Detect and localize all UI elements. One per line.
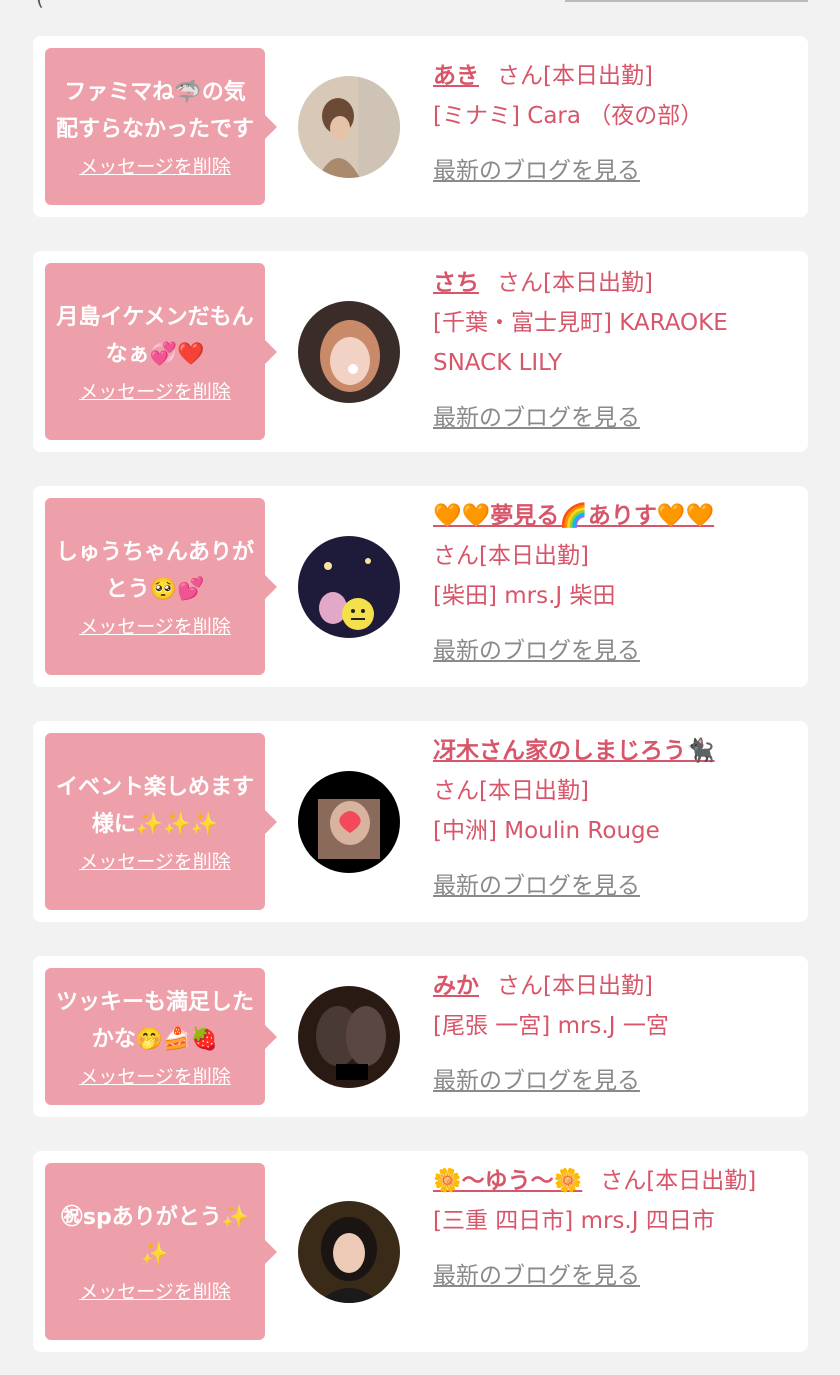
cast-name-link[interactable]: 🌼〜ゆう〜🌼 — [433, 1168, 582, 1194]
message-card: イベント楽しめます様に✨✨✨ メッセージを削除 冴木さん家のしまじろう🐈‍⬛ さ… — [33, 721, 808, 922]
avatar[interactable] — [298, 76, 400, 178]
cast-name-link[interactable]: 🧡🧡夢見る🌈ありす🧡🧡 — [433, 503, 714, 529]
message-text: しゅうちゃんありがとう🥺💕 — [55, 540, 254, 602]
shop-name: [千葉・富士見町] KARAOKE SNACK LILY — [433, 310, 728, 376]
header-divider — [565, 0, 808, 2]
cast-info: さち さん[本日出勤] [千葉・富士見町] KARAOKE SNACK LILY … — [433, 263, 773, 438]
top-partial-header: ( — [0, 0, 840, 20]
avatar[interactable] — [298, 771, 400, 873]
status-text: さん[本日出勤] — [600, 1168, 757, 1194]
message-card: しゅうちゃんありがとう🥺💕 メッセージを削除 🧡🧡夢見る🌈ありす🧡🧡 さん[本日… — [33, 486, 808, 687]
avatar[interactable] — [298, 986, 400, 1088]
message-card: 月島イケメンだもんなぁ💞❤️ メッセージを削除 さち さん[本日出勤] [千葉・富… — [33, 251, 808, 452]
delete-message-link[interactable]: メッセージを削除 — [79, 612, 231, 639]
message-text: ツッキーも満足したかな🤭🍰🍓 — [55, 990, 254, 1052]
delete-message-link[interactable]: メッセージを削除 — [79, 152, 231, 179]
latest-blog-link[interactable]: 最新のブログを見る — [433, 1256, 773, 1296]
shop-name: [ミナミ] Cara （夜の部） — [433, 103, 704, 129]
status-text: さん[本日出勤] — [497, 63, 653, 89]
message-bubble: イベント楽しめます様に✨✨✨ メッセージを削除 — [45, 733, 277, 910]
cast-info: 冴木さん家のしまじろう🐈‍⬛ さん[本日出勤] [中洲] Moulin Roug… — [433, 731, 773, 906]
shop-name: [柴田] mrs.J 柴田 — [433, 583, 616, 609]
header-fragment: ( — [36, 0, 44, 10]
message-text: ファミマね🦈の気配すらなかったです — [55, 80, 254, 142]
cast-name-link[interactable]: さち — [433, 270, 479, 296]
message-card: ㊗spありがとう✨✨ メッセージを削除 🌼〜ゆう〜🌼 さん[本日出勤] [三重 四… — [33, 1151, 808, 1352]
latest-blog-link[interactable]: 最新のブログを見る — [433, 398, 773, 438]
latest-blog-link[interactable]: 最新のブログを見る — [433, 631, 773, 671]
cast-info: 🧡🧡夢見る🌈ありす🧡🧡 さん[本日出勤] [柴田] mrs.J 柴田 最新のブロ… — [433, 496, 773, 671]
delete-message-link[interactable]: メッセージを削除 — [79, 847, 231, 874]
message-bubble: ファミマね🦈の気配すらなかったです メッセージを削除 — [45, 48, 277, 205]
shop-name: [中洲] Moulin Rouge — [433, 818, 660, 844]
cast-info: みか さん[本日出勤] [尾張 一宮] mrs.J 一宮 最新のブログを見る — [433, 966, 773, 1101]
latest-blog-link[interactable]: 最新のブログを見る — [433, 1061, 773, 1101]
message-bubble: 月島イケメンだもんなぁ💞❤️ メッセージを削除 — [45, 263, 277, 440]
message-bubble: ㊗spありがとう✨✨ メッセージを削除 — [45, 1163, 277, 1340]
shop-name: [三重 四日市] mrs.J 四日市 — [433, 1208, 715, 1234]
latest-blog-link[interactable]: 最新のブログを見る — [433, 151, 773, 191]
avatar[interactable] — [298, 301, 400, 403]
avatar[interactable] — [298, 536, 400, 638]
status-text: さん[本日出勤] — [433, 778, 589, 804]
latest-blog-link[interactable]: 最新のブログを見る — [433, 866, 773, 906]
cast-info: あき さん[本日出勤] [ミナミ] Cara （夜の部） 最新のブログを見る — [433, 56, 773, 191]
cast-name-link[interactable]: 冴木さん家のしまじろう🐈‍⬛ — [433, 738, 715, 764]
message-card: ファミマね🦈の気配すらなかったです メッセージを削除 あき さん[本日出勤] [ミ… — [33, 36, 808, 217]
delete-message-link[interactable]: メッセージを削除 — [79, 1277, 231, 1304]
cast-name-link[interactable]: あき — [433, 63, 479, 89]
cast-name-link[interactable]: みか — [433, 973, 479, 999]
message-text: 月島イケメンだもんなぁ💞❤️ — [56, 305, 254, 367]
status-text: さん[本日出勤] — [497, 973, 653, 999]
shop-name: [尾張 一宮] mrs.J 一宮 — [433, 1013, 669, 1039]
delete-message-link[interactable]: メッセージを削除 — [79, 1062, 231, 1089]
delete-message-link[interactable]: メッセージを削除 — [79, 377, 231, 404]
avatar[interactable] — [298, 1201, 400, 1303]
message-bubble: しゅうちゃんありがとう🥺💕 メッセージを削除 — [45, 498, 277, 675]
cast-info: 🌼〜ゆう〜🌼 さん[本日出勤] [三重 四日市] mrs.J 四日市 最新のブログ… — [433, 1161, 773, 1296]
message-bubble: ツッキーも満足したかな🤭🍰🍓 メッセージを削除 — [45, 968, 277, 1105]
status-text: さん[本日出勤] — [497, 270, 653, 296]
message-text: ㊗spありがとう✨✨ — [60, 1205, 250, 1267]
message-card: ツッキーも満足したかな🤭🍰🍓 メッセージを削除 みか さん[本日出勤] [尾張 一… — [33, 956, 808, 1117]
status-text: さん[本日出勤] — [433, 543, 589, 569]
message-text: イベント楽しめます様に✨✨✨ — [55, 775, 254, 837]
